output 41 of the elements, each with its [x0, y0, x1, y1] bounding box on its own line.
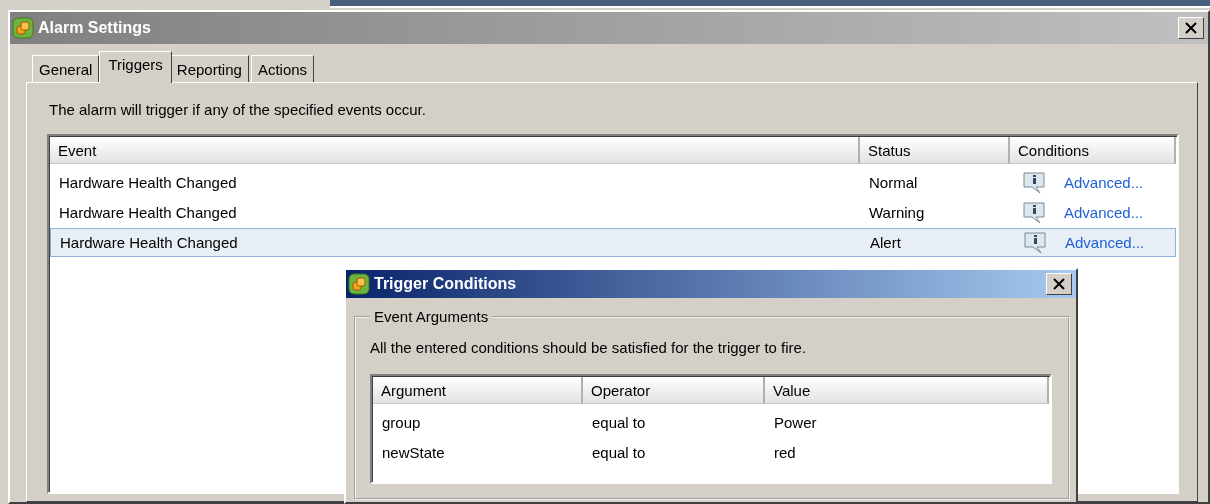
table-cell-text: Hardware Health Changed — [58, 204, 238, 221]
description-text: The alarm will trigger if any of the specified events occur. — [48, 101, 427, 118]
column-header[interactable]: Operator — [583, 377, 765, 404]
table-cell-text: Power — [773, 414, 818, 431]
column-header[interactable]: Event — [50, 137, 860, 164]
table-cell-text: Hardware Health Changed — [58, 174, 238, 191]
table-cell-text: Normal — [868, 174, 919, 191]
table-cell-text: newState — [381, 444, 446, 461]
info-bubble-icon — [1022, 170, 1048, 195]
table-cell-text: Warning — [868, 204, 926, 221]
advanced-link[interactable]: Advanced... — [1065, 234, 1145, 251]
table-cell-text: Alert — [869, 234, 902, 251]
table-cell-text: group — [381, 414, 422, 431]
table-cell-text: Hardware Health Changed — [59, 234, 239, 251]
info-bubble-icon — [1023, 230, 1049, 255]
tab[interactable]: Triggers — [99, 51, 172, 83]
close-icon — [1053, 278, 1065, 290]
column-header[interactable]: Argument — [373, 377, 583, 404]
tab[interactable]: Reporting — [169, 55, 249, 82]
tab[interactable]: Actions — [250, 55, 315, 82]
window-title: Trigger Conditions — [374, 275, 518, 293]
info-bubble-icon — [1022, 200, 1048, 225]
advanced-link[interactable]: Advanced... — [1064, 174, 1144, 191]
group-label: Event Arguments — [373, 310, 490, 325]
column-header[interactable]: Value — [765, 377, 1049, 404]
close-button[interactable] — [1046, 273, 1072, 295]
table-cell-text: equal to — [591, 444, 647, 461]
table-row[interactable]: Hardware Health Changed Normal Advanced... — [50, 168, 1176, 197]
close-button[interactable] — [1178, 17, 1204, 39]
table-row[interactable]: Hardware Health Changed Warning Advanced... — [50, 198, 1176, 227]
app-logo-icon — [12, 17, 34, 39]
column-header[interactable]: Conditions — [1010, 137, 1176, 164]
column-header[interactable]: Status — [860, 137, 1010, 164]
table-row[interactable]: Hardware Health Changed Alert Advanced... — [50, 228, 1176, 257]
table-cell-text: equal to — [591, 414, 647, 431]
close-icon — [1185, 22, 1197, 34]
description-text: All the entered conditions should be satisfied for the trigger to fire. — [370, 339, 808, 356]
window-title: Alarm Settings — [38, 19, 152, 37]
app-logo-icon — [348, 273, 370, 295]
advanced-link[interactable]: Advanced... — [1064, 204, 1144, 221]
table-cell-text: red — [773, 444, 797, 461]
